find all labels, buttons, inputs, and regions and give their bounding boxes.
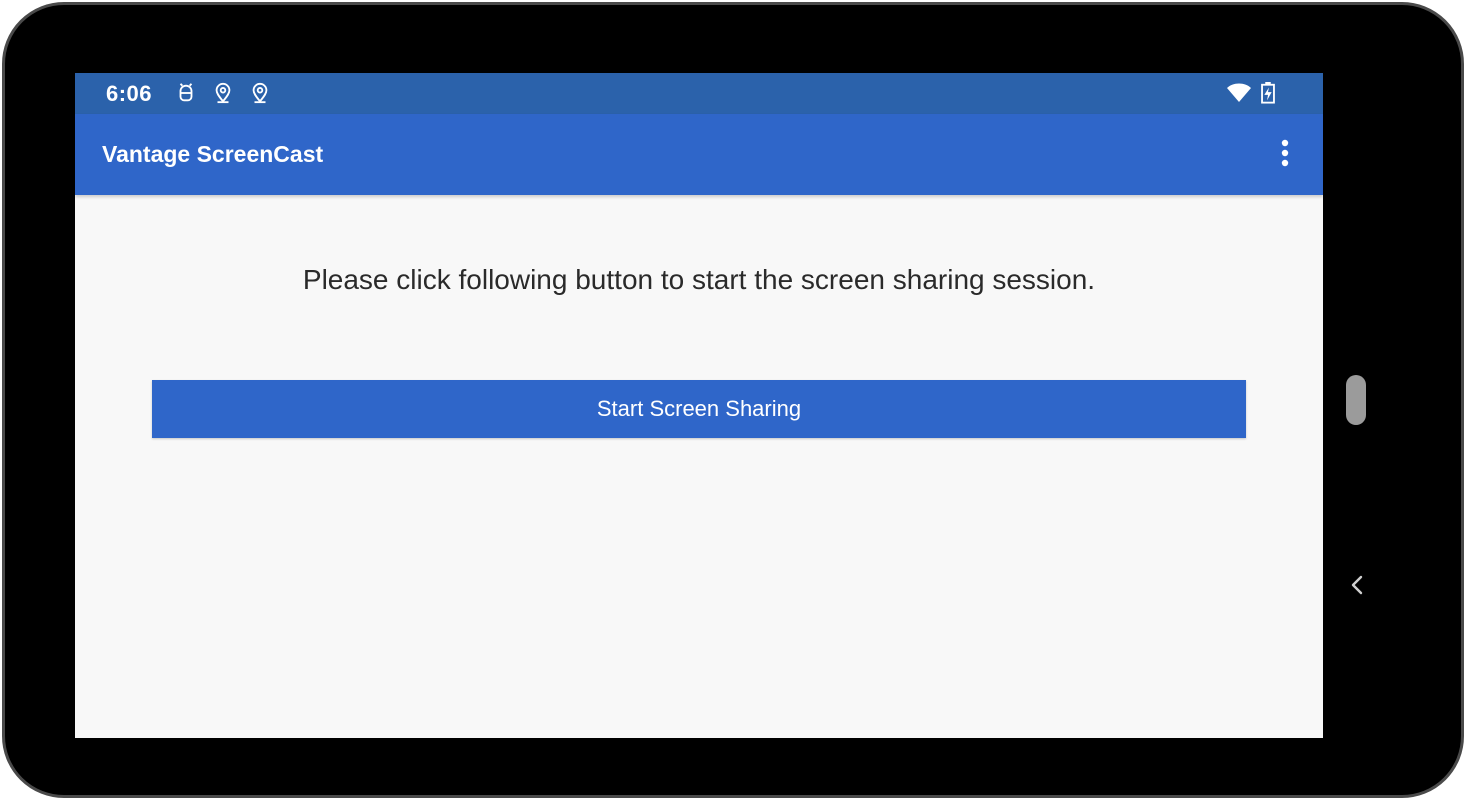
instruction-text: Please click following button to start t… — [302, 264, 1096, 295]
status-bar: 6:06 — [75, 73, 1323, 114]
hardware-side-button — [1346, 375, 1366, 425]
status-time: 6:06 — [106, 81, 153, 106]
location-icon — [249, 82, 271, 104]
app-title: Vantage ScreenCast — [102, 141, 324, 167]
screen: 6:06 Vantage ScreenCast Please click fol… — [75, 73, 1323, 738]
app-bar: Vantage ScreenCast — [75, 114, 1323, 195]
wifi-icon — [1226, 82, 1252, 104]
tablet-frame: 6:06 Vantage ScreenCast Please click fol… — [2, 2, 1464, 798]
battery-charging-icon — [1260, 82, 1276, 104]
location-icon — [212, 82, 234, 104]
more-vert-icon[interactable] — [1271, 135, 1299, 175]
start-screen-sharing-button[interactable]: Start Screen Sharing — [152, 380, 1246, 438]
back-chevron-icon[interactable] — [1346, 572, 1368, 598]
android-debug-icon — [175, 82, 197, 104]
